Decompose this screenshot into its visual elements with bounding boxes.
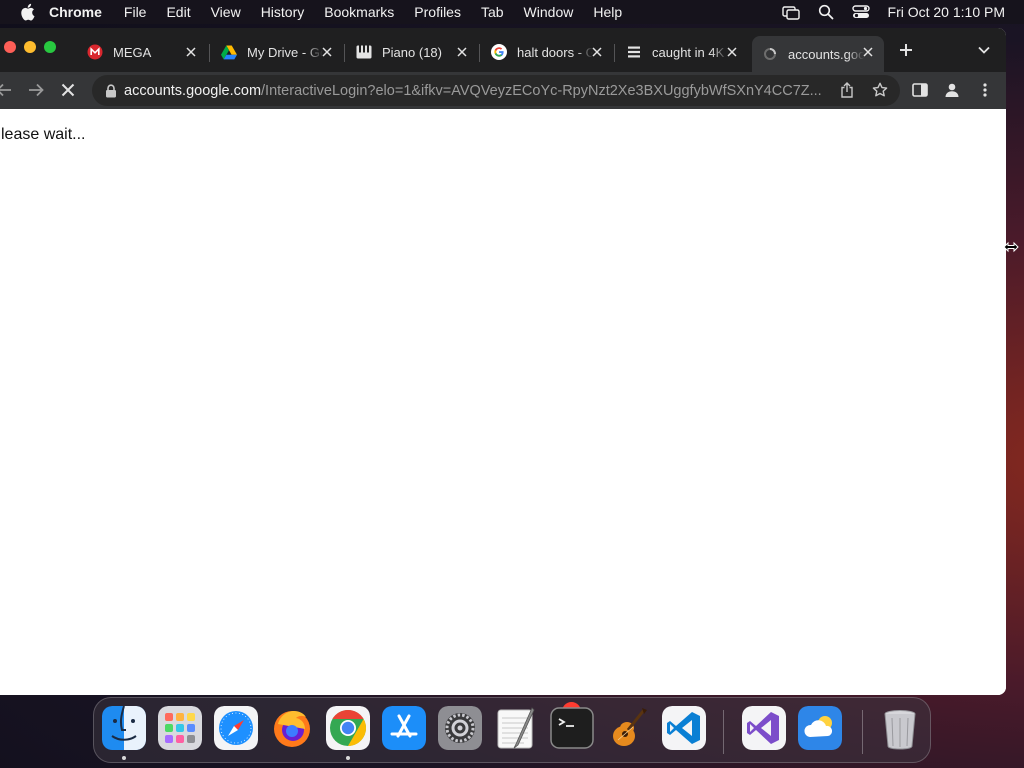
safari-icon[interactable]: [214, 706, 258, 750]
chrome-window: MEGA My Drive - Google Drive Piano (18): [0, 28, 1006, 695]
tab-title: MEGA: [113, 44, 152, 60]
tab-separator: [614, 44, 615, 62]
close-tab-icon[interactable]: [183, 44, 199, 60]
dock-separator: [723, 710, 724, 754]
close-tab-icon[interactable]: [319, 44, 335, 60]
control-center-icon[interactable]: [851, 2, 871, 22]
spotlight-search-icon[interactable]: [816, 2, 836, 22]
trash-icon[interactable]: [878, 706, 922, 750]
stop-loading-icon[interactable]: [58, 80, 78, 100]
tab-accounts-google[interactable]: accounts.google.com: [752, 36, 884, 72]
tab-separator: [479, 44, 480, 62]
loading-icon: [762, 46, 778, 62]
running-indicator: [122, 756, 126, 760]
tab-caught-in-4k[interactable]: caught in 4K: [616, 36, 748, 68]
tab-separator: [209, 44, 210, 62]
finder-icon[interactable]: [102, 706, 146, 750]
tab-title: caught in 4K: [652, 44, 725, 60]
window-controls: [4, 41, 56, 53]
tab-halt-doors[interactable]: halt doors - Google Search: [481, 36, 613, 68]
side-panel-icon[interactable]: [910, 80, 930, 100]
tab-strip: MEGA My Drive - Google Drive Piano (18): [0, 28, 1006, 72]
url-host: accounts.google.com: [124, 82, 262, 99]
tab-title: My Drive - Google Drive: [247, 44, 323, 60]
page-content: lease wait...: [0, 109, 1006, 695]
url-text[interactable]: accounts.google.com/InteractiveLogin?elo…: [124, 83, 836, 99]
document-icon: [626, 44, 642, 60]
resize-cursor-icon: [1003, 241, 1019, 253]
back-arrow-icon[interactable]: [0, 80, 14, 100]
close-tab-icon[interactable]: [860, 44, 876, 60]
garageband-icon[interactable]: [606, 706, 650, 750]
mega-icon: [87, 44, 103, 60]
menu-bookmarks[interactable]: Bookmarks: [324, 4, 394, 20]
dock-separator: [862, 710, 863, 754]
tab-separator: [344, 44, 345, 62]
loading-message: lease wait...: [1, 126, 86, 143]
close-window-button[interactable]: [4, 41, 16, 53]
menu-profiles[interactable]: Profiles: [414, 4, 461, 20]
apple-menu-icon[interactable]: [17, 2, 37, 22]
menu-window[interactable]: Window: [524, 4, 574, 20]
tab-mega[interactable]: MEGA: [77, 36, 207, 68]
menu-app-name[interactable]: Chrome: [49, 4, 102, 20]
system-settings-icon[interactable]: [438, 706, 482, 750]
textedit-icon[interactable]: [494, 706, 538, 750]
close-tab-icon[interactable]: [454, 44, 470, 60]
tab-title: halt doors - Google Search: [517, 44, 593, 60]
url-path: /InteractiveLogin?elo=1&ifkv=AVQVeyzECoY…: [261, 82, 822, 99]
close-tab-icon[interactable]: [724, 44, 740, 60]
lock-icon[interactable]: [102, 82, 120, 100]
menu-view[interactable]: View: [211, 4, 241, 20]
menu-file[interactable]: File: [124, 4, 147, 20]
forward-arrow-icon[interactable]: [26, 80, 46, 100]
share-icon[interactable]: [838, 81, 856, 99]
piano-icon: [356, 44, 372, 60]
running-indicator: [346, 756, 350, 760]
minimize-window-button[interactable]: [24, 41, 36, 53]
menu-tab[interactable]: Tab: [481, 4, 504, 20]
address-bar[interactable]: accounts.google.com/InteractiveLogin?elo…: [92, 75, 900, 106]
menu-history[interactable]: History: [261, 4, 305, 20]
menu-bar: Chrome File Edit View History Bookmarks …: [0, 0, 1024, 24]
weather-icon[interactable]: [798, 706, 842, 750]
tab-search-icon[interactable]: [974, 40, 994, 60]
launchpad-icon[interactable]: [158, 706, 202, 750]
tab-my-drive[interactable]: My Drive - Google Drive: [211, 36, 343, 68]
tab-title: accounts.google.com: [788, 46, 864, 62]
google-chrome-icon[interactable]: [326, 706, 370, 750]
screen-mirroring-icon[interactable]: [781, 2, 801, 22]
google-drive-icon: [221, 44, 237, 60]
google-icon: [491, 44, 507, 60]
dock: 1: [93, 697, 931, 763]
visual-studio-code-icon[interactable]: [662, 706, 706, 750]
new-tab-button[interactable]: [896, 40, 916, 60]
zoom-window-button[interactable]: [44, 41, 56, 53]
close-tab-icon[interactable]: [589, 44, 605, 60]
app-store-icon[interactable]: [382, 706, 426, 750]
terminal-icon[interactable]: [550, 706, 594, 750]
menu-help[interactable]: Help: [593, 4, 622, 20]
more-menu-icon[interactable]: [975, 80, 995, 100]
menu-clock[interactable]: Fri Oct 20 1:10 PM: [888, 4, 1005, 20]
tab-title: Piano (18): [382, 44, 442, 60]
visual-studio-icon[interactable]: [742, 706, 786, 750]
browser-toolbar: accounts.google.com/InteractiveLogin?elo…: [0, 72, 1006, 109]
tab-piano[interactable]: Piano (18): [346, 36, 478, 68]
menu-edit[interactable]: Edit: [166, 4, 190, 20]
bookmark-star-icon[interactable]: [871, 81, 889, 99]
firefox-icon[interactable]: [270, 706, 314, 750]
profile-icon[interactable]: [942, 80, 962, 100]
